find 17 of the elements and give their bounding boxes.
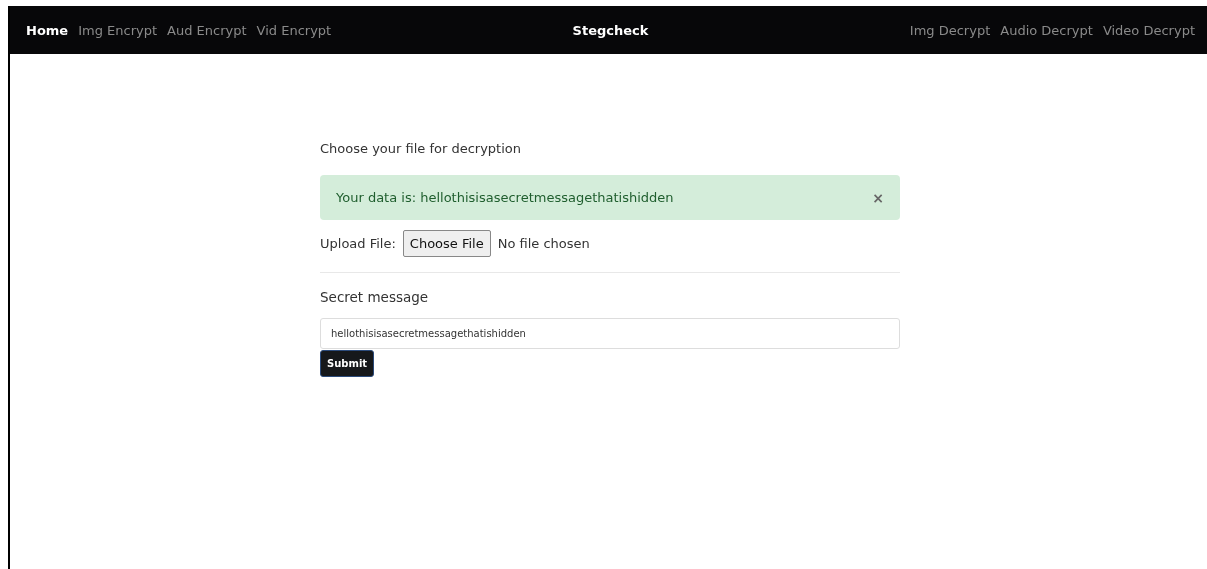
nav-link[interactable]: Img Decrypt [909,22,991,38]
brand-title[interactable]: Stegcheck [572,22,649,38]
message-label: Secret message [320,289,429,305]
nav-link[interactable]: Aud Encrypt [167,22,247,38]
alert-text: Your data is: hellothisisasecretmessagethatishidden [336,190,674,205]
upload-label: Upload File: [320,236,396,251]
close-icon[interactable]: × [872,189,884,206]
nav-link[interactable]: Audio Decrypt [1000,22,1093,38]
nav-link[interactable]: Vid Encrypt [256,22,332,38]
form-heading: Choose your file for decryption [320,141,522,156]
choose-file-button[interactable]: Choose File [402,230,491,257]
nav-link[interactable]: Video Decrypt [1102,22,1195,38]
nav-link[interactable]: Img Encrypt [78,22,158,38]
nav-link[interactable]: Home [26,22,69,38]
file-status: No file chosen [497,236,590,251]
submit-button[interactable]: Submit [320,350,375,377]
message-field[interactable]: hellothisisasecretmessagethatishidden [320,318,900,349]
